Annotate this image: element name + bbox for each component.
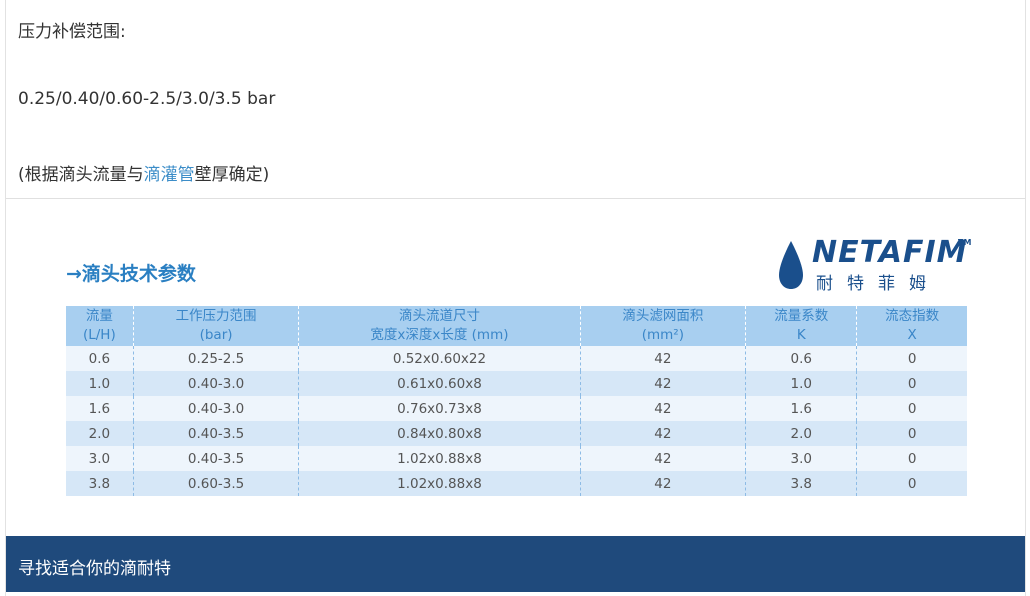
table-cell: 0 <box>856 346 967 371</box>
table-cell: 42 <box>579 371 746 396</box>
table-cell: 2.0 <box>745 421 857 446</box>
table-cell: 0.61x0.60x8 <box>298 371 580 396</box>
water-drop-icon <box>779 241 803 289</box>
table-cell: 0.40-3.0 <box>132 371 299 396</box>
column-header: 工作压力范围 (bar) <box>132 306 299 346</box>
table-cell: 0.76x0.73x8 <box>298 396 580 421</box>
table-cell: 0 <box>856 471 967 496</box>
table-cell: 42 <box>579 346 746 371</box>
spec-title: →滴头技术参数 <box>66 263 196 285</box>
column-header-unit: 宽度x深度x长度 (mm) <box>370 327 509 343</box>
column-header-title: 流态指数 <box>885 308 940 324</box>
table-cell: 1.02x0.88x8 <box>298 446 580 471</box>
table-body: 0.6 0.25-2.5 0.52x0.60x22 42 0.6 0 1.0 0.40-3.0… <box>66 346 967 496</box>
table-cell: 0.6 <box>66 346 134 371</box>
table-cell: 3.0 <box>66 446 134 471</box>
table-cell: 1.0 <box>745 371 857 396</box>
note-prefix: (根据滴头流量与 <box>18 165 144 185</box>
table-row: 3.0 0.40-3.5 1.02x0.88x8 42 3.0 0 <box>66 446 967 471</box>
table-cell: 42 <box>579 471 746 496</box>
column-header-title: 滴头滤网面积 <box>622 308 704 324</box>
table-row: 1.6 0.40-3.0 0.76x0.73x8 42 1.6 0 <box>66 396 967 421</box>
table-cell: 0.6 <box>745 346 857 371</box>
column-header: 滴头滤网面积 (mm²) <box>579 306 746 346</box>
column-header: 流态指数 X <box>856 306 967 346</box>
table-cell: 42 <box>579 396 746 421</box>
column-header-title: 流量 <box>85 308 113 324</box>
table-row: 0.6 0.25-2.5 0.52x0.60x22 42 0.6 0 <box>66 346 967 371</box>
table-cell: 0.25-2.5 <box>132 346 299 371</box>
drip-pipe-link[interactable]: 滴灌管 <box>144 165 195 185</box>
table-row: 1.0 0.40-3.0 0.61x0.60x8 42 1.0 0 <box>66 371 967 396</box>
table-cell: 1.6 <box>745 396 857 421</box>
table-cell: 0.40-3.5 <box>132 421 299 446</box>
table-row: 2.0 0.40-3.5 0.84x0.80x8 42 2.0 0 <box>66 421 967 446</box>
column-header-title: 流量系数 <box>774 308 829 324</box>
column-header: 滴头流道尺寸宽度x深度x长度 (mm) <box>298 306 580 346</box>
table-cell: 1.0 <box>66 371 134 396</box>
pressure-range-label: 压力补偿范围: <box>18 22 126 42</box>
column-header-unit: K <box>796 327 806 343</box>
table-cell: 3.8 <box>745 471 857 496</box>
table-cell: 0.84x0.80x8 <box>298 421 580 446</box>
table-cell: 0.40-3.0 <box>132 396 299 421</box>
table-cell: 42 <box>579 421 746 446</box>
table-row: 3.8 0.60-3.5 1.02x0.88x8 42 3.8 0 <box>66 471 967 496</box>
column-header-title: 工作压力范围 <box>175 308 257 324</box>
table-cell: 0.52x0.60x22 <box>298 346 580 371</box>
find-dripper-label: 寻找适合你的滴耐特 <box>18 559 171 579</box>
table-cell: 1.02x0.88x8 <box>298 471 580 496</box>
table-cell: 3.0 <box>745 446 857 471</box>
column-header-unit: (bar) <box>199 327 233 343</box>
netafim-logo: NETAFIM TM 耐特菲姆 <box>776 235 976 295</box>
logo-wordmark: NETAFIM <box>812 235 968 270</box>
pressure-range-value: 0.25/0.40/0.60-2.5/3.0/3.5 bar <box>18 89 276 109</box>
column-header: 流量系数 K <box>745 306 857 346</box>
note-suffix: 壁厚确定) <box>194 165 270 185</box>
table-cell: 0.40-3.5 <box>132 446 299 471</box>
logo-chinese-name: 耐特菲姆 <box>816 274 940 294</box>
content-frame: 压力补偿范围: 0.25/0.40/0.60-2.5/3.0/3.5 bar (… <box>5 0 1026 596</box>
column-header-title: 滴头流道尺寸 <box>398 308 480 324</box>
column-header: 流量 (L/H) <box>66 306 134 346</box>
table-cell: 2.0 <box>66 421 134 446</box>
column-header-unit: X <box>907 327 917 343</box>
pressure-note: (根据滴头流量与滴灌管壁厚确定) <box>18 160 269 185</box>
spec-image: →滴头技术参数 NETAFIM TM 耐特菲姆 流量 (L/H) 工作压力范围 (ba… <box>6 199 1025 535</box>
table-cell: 0 <box>856 371 967 396</box>
dripper-spec-table: 流量 (L/H) 工作压力范围 (bar) 滴头流道尺寸 宽度x深度x长度 (mm) 滴头滤… <box>66 306 967 496</box>
logo-trademark: TM <box>958 238 972 247</box>
find-dripper-bar[interactable]: 寻找适合你的滴耐特 <box>6 536 1025 592</box>
table-cell: 0 <box>856 421 967 446</box>
table-cell: 42 <box>579 446 746 471</box>
table-cell: 0.60-3.5 <box>132 471 299 496</box>
column-header-unit: (mm²) <box>641 327 684 343</box>
table-cell: 1.6 <box>66 396 134 421</box>
table-cell: 3.8 <box>66 471 134 496</box>
table-cell: 0 <box>856 446 967 471</box>
table-header-row: 流量 (L/H) 工作压力范围 (bar) 滴头流道尺寸 宽度x深度x长度 (mm) 滴头滤… <box>66 306 967 346</box>
column-header-unit: (L/H) <box>82 327 116 343</box>
table-cell: 0 <box>856 396 967 421</box>
